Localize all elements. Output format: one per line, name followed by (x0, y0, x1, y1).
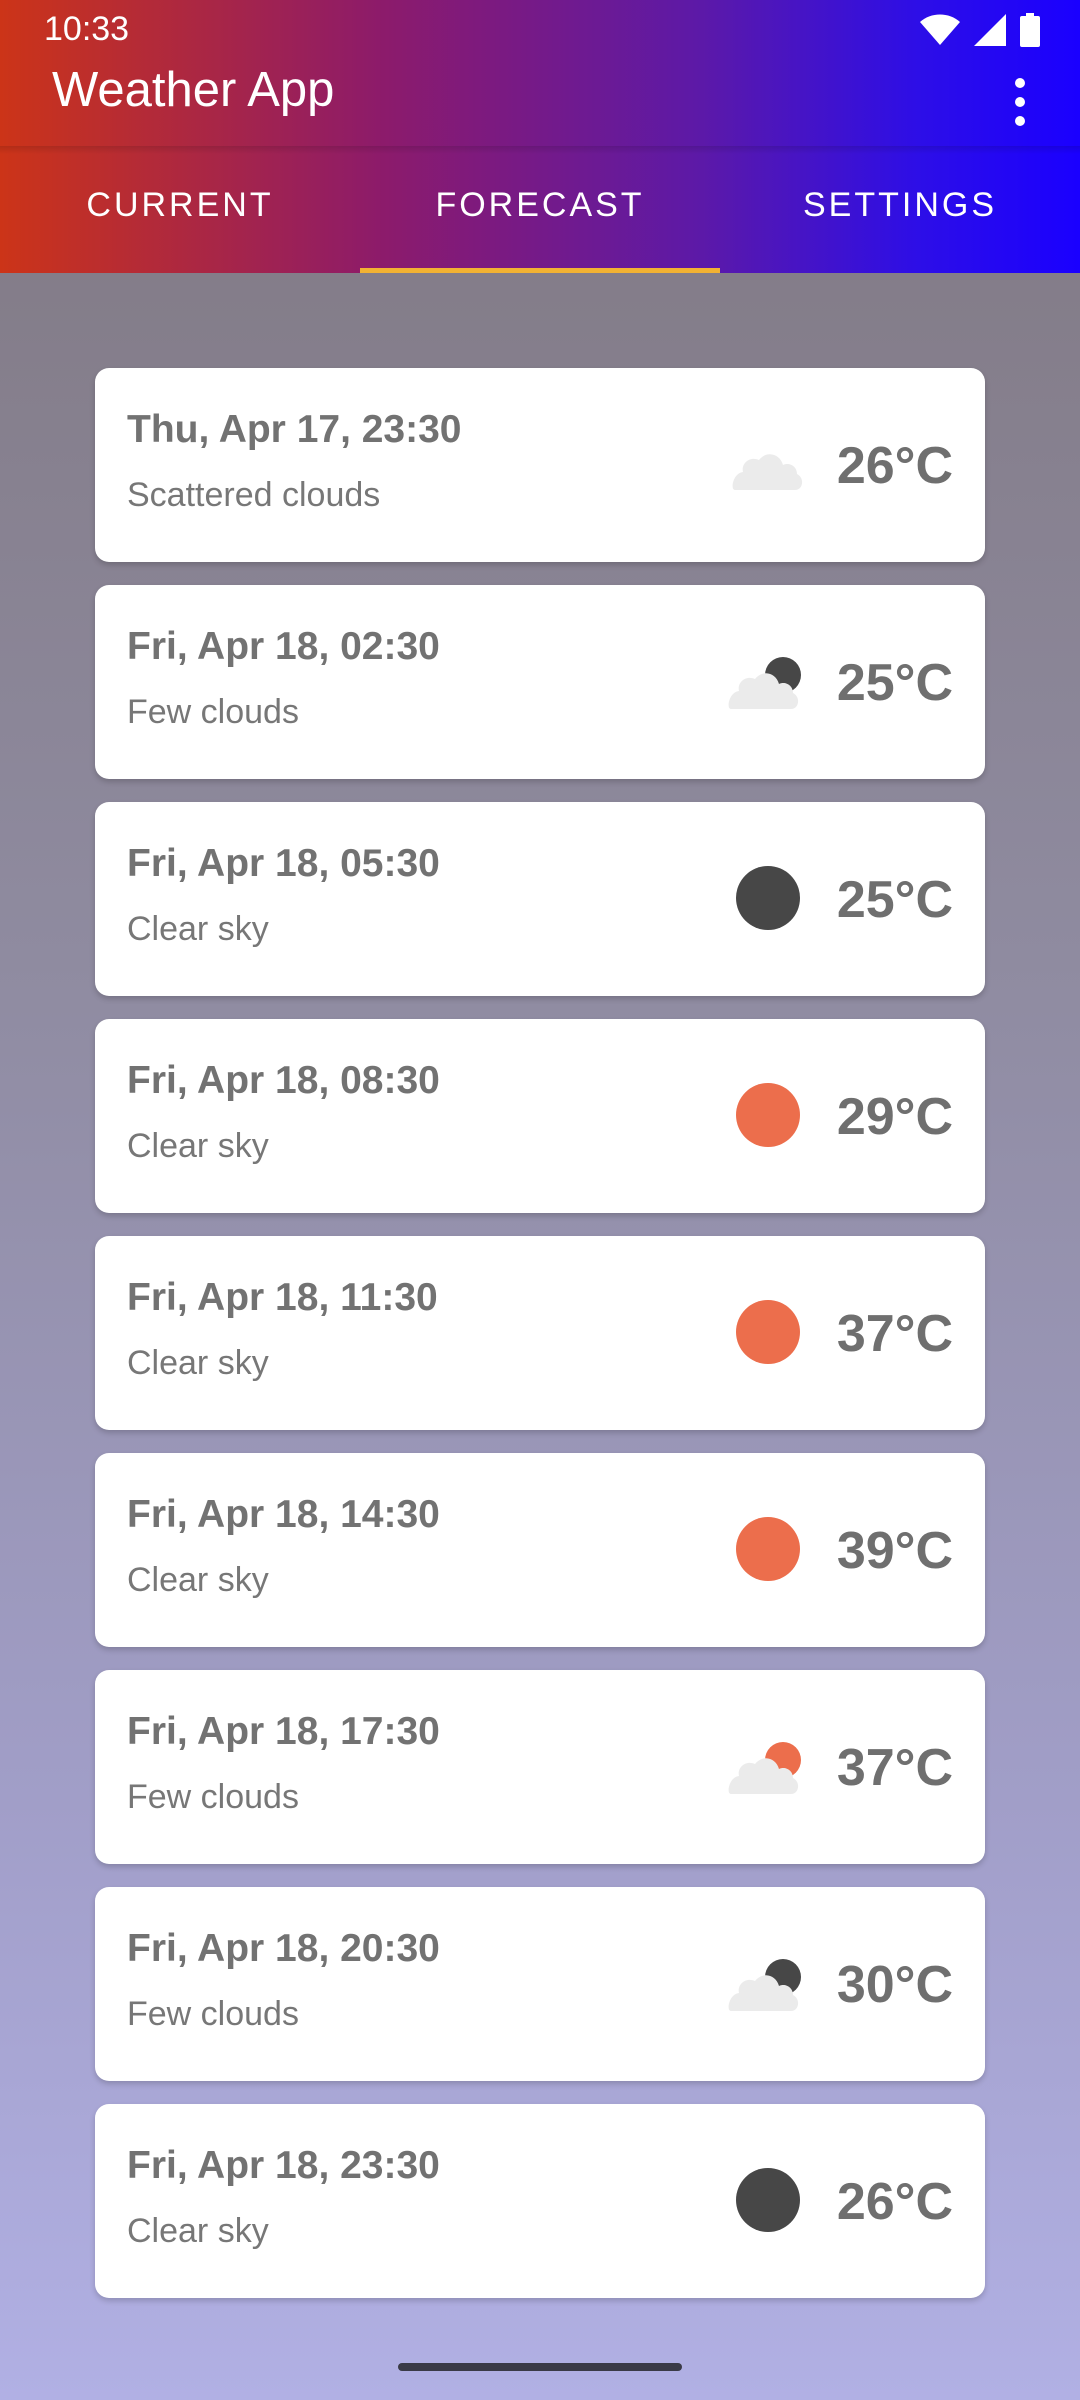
home-indicator[interactable] (398, 2363, 682, 2371)
forecast-temp: 39°C (836, 1522, 953, 1580)
moon-icon (736, 2168, 800, 2232)
forecast-temp: 37°C (836, 1305, 953, 1363)
cloud-sun-icon (728, 1742, 801, 1794)
forecast-temp: 30°C (836, 1956, 953, 2014)
forecast-description: Few clouds (127, 1778, 299, 1816)
forecast-temp: 37°C (836, 1739, 953, 1797)
forecast-datetime: Fri, Apr 18, 05:30 (127, 842, 440, 885)
more-options-button[interactable] (1000, 72, 1040, 132)
forecast-card[interactable]: Fri, Apr 18, 23:30 Clear sky 26°C (95, 2104, 985, 2298)
forecast-datetime: Fri, Apr 18, 02:30 (127, 625, 440, 668)
forecast-datetime: Fri, Apr 18, 23:30 (127, 2144, 440, 2187)
cloud-moon-icon (728, 1959, 801, 2011)
forecast-description: Clear sky (127, 910, 269, 948)
forecast-temp: 25°C (836, 654, 953, 712)
more-vert-dot (1015, 116, 1025, 126)
forecast-card[interactable]: Thu, Apr 17, 23:30 Scattered clouds 26°C (95, 368, 985, 562)
forecast-card[interactable]: Fri, Apr 18, 11:30 Clear sky 37°C (95, 1236, 985, 1430)
moon-icon (736, 866, 800, 930)
forecast-temp: 26°C (836, 437, 953, 495)
forecast-datetime: Fri, Apr 18, 11:30 (127, 1276, 438, 1319)
tab-settings[interactable]: SETTINGS (720, 146, 1080, 273)
forecast-description: Clear sky (127, 1561, 269, 1599)
forecast-temp: 29°C (836, 1088, 953, 1146)
forecast-temp: 25°C (836, 871, 953, 929)
more-vert-dot (1015, 97, 1025, 107)
forecast-card[interactable]: Fri, Apr 18, 02:30 Few clouds 25°C (95, 585, 985, 779)
more-vert-icon (1015, 78, 1025, 88)
forecast-description: Few clouds (127, 1995, 299, 2033)
forecast-temp: 26°C (836, 2173, 953, 2231)
forecast-list: Thu, Apr 17, 23:30 Scattered clouds 26°C… (95, 368, 985, 2321)
forecast-card[interactable]: Fri, Apr 18, 08:30 Clear sky 29°C (95, 1019, 985, 1213)
sun-icon (736, 1083, 800, 1147)
tab-current[interactable]: CURRENT (0, 146, 360, 273)
forecast-datetime: Fri, Apr 18, 17:30 (127, 1710, 440, 1753)
cloud-icon (732, 454, 803, 490)
header: 10:33 Weather App CURRENT FORECAST SETTI… (0, 0, 1080, 273)
forecast-datetime: Thu, Apr 17, 23:30 (127, 408, 462, 451)
tab-forecast[interactable]: FORECAST (360, 146, 720, 273)
forecast-card[interactable]: Fri, Apr 18, 20:30 Few clouds 30°C (95, 1887, 985, 2081)
cloud-moon-icon (728, 657, 801, 709)
tab-bar: CURRENT FORECAST SETTINGS (0, 146, 1080, 273)
forecast-card[interactable]: Fri, Apr 18, 17:30 Few clouds 37°C (95, 1670, 985, 1864)
sun-icon (736, 1300, 800, 1364)
sun-icon (736, 1517, 800, 1581)
forecast-description: Clear sky (127, 1344, 269, 1382)
forecast-datetime: Fri, Apr 18, 08:30 (127, 1059, 440, 1102)
app-title: Weather App (52, 63, 335, 117)
forecast-datetime: Fri, Apr 18, 14:30 (127, 1493, 440, 1536)
forecast-datetime: Fri, Apr 18, 20:30 (127, 1927, 440, 1970)
forecast-card[interactable]: Fri, Apr 18, 14:30 Clear sky 39°C (95, 1453, 985, 1647)
forecast-description: Few clouds (127, 693, 299, 731)
forecast-card[interactable]: Fri, Apr 18, 05:30 Clear sky 25°C (95, 802, 985, 996)
app-bar: Weather App (0, 40, 1080, 146)
forecast-description: Clear sky (127, 1127, 269, 1165)
forecast-description: Clear sky (127, 2212, 269, 2250)
forecast-description: Scattered clouds (127, 476, 381, 514)
